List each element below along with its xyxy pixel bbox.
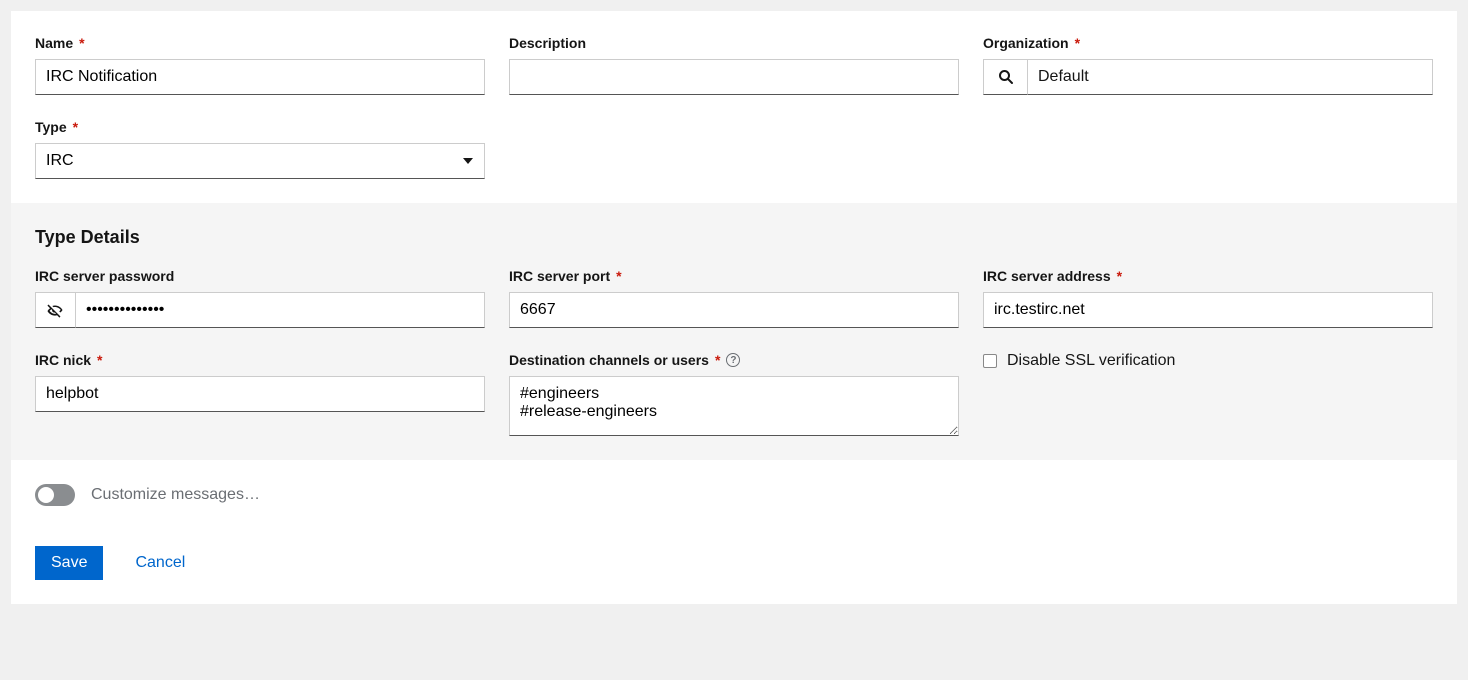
irc-port-label: IRC server port * bbox=[509, 268, 959, 284]
irc-port-input[interactable] bbox=[509, 292, 959, 328]
dest-channels-label-text: Destination channels or users bbox=[509, 352, 709, 368]
irc-password-label-text: IRC server password bbox=[35, 268, 174, 284]
disable-ssl-label: Disable SSL verification bbox=[1007, 352, 1175, 370]
organization-label-text: Organization bbox=[983, 35, 1069, 51]
organization-label: Organization * bbox=[983, 35, 1433, 51]
description-label-text: Description bbox=[509, 35, 586, 51]
disable-ssl-checkbox[interactable] bbox=[983, 354, 997, 368]
basic-fields-section: Name * Description Organization * bbox=[11, 11, 1457, 203]
eye-slash-icon bbox=[46, 301, 64, 319]
name-field-wrapper: Name * bbox=[35, 35, 485, 95]
customize-messages-toggle[interactable] bbox=[35, 484, 75, 506]
irc-address-field-wrapper: IRC server address * bbox=[983, 268, 1433, 328]
help-icon[interactable]: ? bbox=[726, 353, 740, 367]
irc-port-field-wrapper: IRC server port * bbox=[509, 268, 959, 328]
organization-input-group: Default bbox=[983, 59, 1433, 95]
search-icon bbox=[998, 69, 1014, 85]
required-indicator: * bbox=[1117, 268, 1122, 284]
customize-messages-row: Customize messages… bbox=[35, 484, 1433, 506]
dest-channels-label: Destination channels or users * ? bbox=[509, 352, 959, 368]
cancel-button[interactable]: Cancel bbox=[135, 554, 185, 572]
notification-form-card: Name * Description Organization * bbox=[10, 10, 1458, 605]
type-details-heading: Type Details bbox=[35, 227, 1433, 248]
irc-password-label: IRC server password bbox=[35, 268, 485, 284]
type-label: Type * bbox=[35, 119, 485, 135]
disable-ssl-field-wrapper: Disable SSL verification bbox=[983, 352, 1433, 436]
required-indicator: * bbox=[97, 352, 102, 368]
type-label-text: Type bbox=[35, 119, 67, 135]
organization-search-button[interactable] bbox=[983, 59, 1027, 95]
description-input[interactable] bbox=[509, 59, 959, 95]
description-label: Description bbox=[509, 35, 959, 51]
type-details-section: Type Details IRC server password bbox=[11, 203, 1457, 460]
irc-password-input-group bbox=[35, 292, 485, 328]
name-label: Name * bbox=[35, 35, 485, 51]
required-indicator: * bbox=[79, 35, 84, 51]
irc-address-input[interactable] bbox=[983, 292, 1433, 328]
required-indicator: * bbox=[715, 352, 720, 368]
organization-field-wrapper: Organization * Default bbox=[983, 35, 1433, 95]
irc-port-label-text: IRC server port bbox=[509, 268, 610, 284]
type-select-wrapper bbox=[35, 143, 485, 179]
dest-channels-field-wrapper: Destination channels or users * ? bbox=[509, 352, 959, 436]
footer-section: Customize messages… Save Cancel bbox=[11, 460, 1457, 604]
organization-lookup[interactable]: Default bbox=[1027, 59, 1433, 95]
name-input[interactable] bbox=[35, 59, 485, 95]
irc-nick-field-wrapper: IRC nick * bbox=[35, 352, 485, 436]
toggle-password-visibility-button[interactable] bbox=[35, 292, 75, 328]
irc-password-field-wrapper: IRC server password bbox=[35, 268, 485, 328]
irc-nick-input[interactable] bbox=[35, 376, 485, 412]
type-field-wrapper: Type * bbox=[35, 119, 485, 179]
type-select[interactable] bbox=[35, 143, 485, 179]
description-field-wrapper: Description bbox=[509, 35, 959, 95]
irc-password-input[interactable] bbox=[75, 292, 485, 328]
irc-nick-label-text: IRC nick bbox=[35, 352, 91, 368]
required-indicator: * bbox=[1075, 35, 1080, 51]
irc-nick-label: IRC nick * bbox=[35, 352, 485, 368]
dest-channels-textarea[interactable] bbox=[509, 376, 959, 436]
required-indicator: * bbox=[616, 268, 621, 284]
required-indicator: * bbox=[73, 119, 78, 135]
organization-value: Default bbox=[1038, 68, 1089, 86]
irc-address-label: IRC server address * bbox=[983, 268, 1433, 284]
form-actions: Save Cancel bbox=[35, 546, 1433, 580]
customize-messages-label: Customize messages… bbox=[91, 486, 260, 504]
save-button[interactable]: Save bbox=[35, 546, 103, 580]
name-label-text: Name bbox=[35, 35, 73, 51]
irc-address-label-text: IRC server address bbox=[983, 268, 1111, 284]
